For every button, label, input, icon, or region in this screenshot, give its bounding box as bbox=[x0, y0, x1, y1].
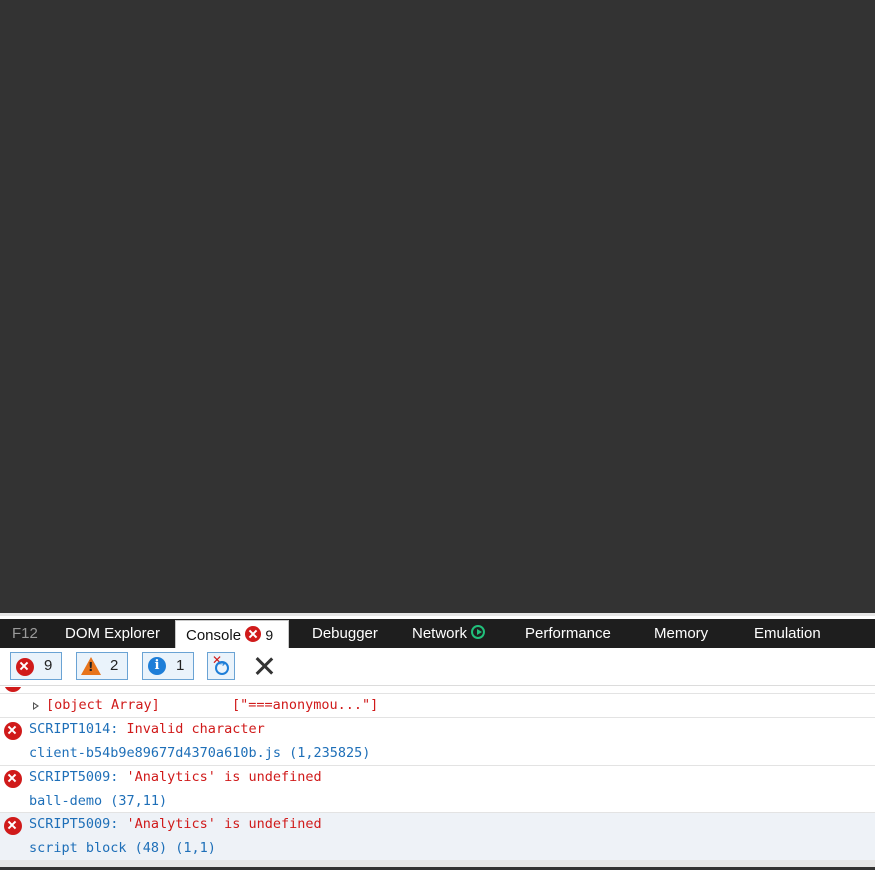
devtools-tabbar: F12 DOM Explorer Console 9 Debugger Netw… bbox=[0, 619, 875, 649]
tab-network-label: Network bbox=[412, 625, 468, 642]
expand-triangle-icon[interactable] bbox=[33, 702, 39, 710]
tab-memory[interactable]: Memory bbox=[654, 619, 708, 648]
tab-emulation[interactable]: Emulation bbox=[754, 619, 821, 648]
error-icon bbox=[4, 687, 22, 692]
navigate-arrow-icon bbox=[215, 659, 229, 675]
error-text: 'Analytics' is undefined bbox=[118, 816, 322, 832]
source-location-link[interactable]: script block (48) (1,1) bbox=[29, 840, 216, 856]
warning-icon bbox=[81, 657, 101, 675]
error-code: SCRIPT5009: bbox=[29, 816, 119, 832]
error-icon bbox=[4, 722, 22, 740]
error-code: SCRIPT1014: bbox=[29, 721, 119, 737]
console-entry-message: SCRIPT5009: 'Analytics' is undefined bbox=[29, 816, 322, 832]
console-entry-array[interactable]: [object Array] ["===anonymou..."] bbox=[0, 694, 875, 718]
warnings-filter-count: 2 bbox=[110, 657, 119, 674]
warnings-filter-button[interactable]: 2 bbox=[76, 652, 128, 680]
console-entry-error-selected[interactable]: SCRIPT5009: 'Analytics' is undefined scr… bbox=[0, 813, 875, 861]
clear-on-navigate-button[interactable]: ✕ bbox=[207, 652, 235, 680]
errors-filter-count: 9 bbox=[44, 657, 53, 674]
tab-console-error-count: 9 bbox=[265, 627, 274, 643]
tab-network[interactable]: Network bbox=[412, 619, 486, 648]
info-icon: i bbox=[148, 657, 166, 675]
info-filter-count: 1 bbox=[176, 657, 185, 674]
console-entry-error[interactable]: SCRIPT5009: 'Analytics' is undefined bal… bbox=[0, 766, 875, 813]
console-input-bar[interactable] bbox=[0, 860, 875, 867]
console-entry-message: SCRIPT5009: 'Analytics' is undefined bbox=[29, 769, 322, 785]
console-entry-value: ["===anonymou..."] bbox=[232, 697, 379, 713]
error-icon bbox=[4, 817, 22, 835]
error-code: SCRIPT5009: bbox=[29, 769, 119, 785]
console-toolbar: 9 2 i 1 bbox=[0, 648, 875, 686]
errors-filter-button[interactable]: 9 bbox=[10, 652, 62, 680]
error-icon bbox=[16, 658, 34, 676]
clear-console-button[interactable] bbox=[252, 652, 276, 680]
tab-console-label: Console bbox=[186, 627, 242, 644]
error-icon bbox=[245, 626, 262, 643]
console-entry-message: SCRIPT1014: Invalid character bbox=[29, 721, 265, 737]
tab-debugger[interactable]: Debugger bbox=[312, 619, 378, 648]
page-viewport bbox=[0, 0, 875, 613]
source-location-link[interactable]: client-b54b9e89677d4370a610b.js (1,23582… bbox=[29, 745, 370, 761]
console-entry-message: [object Array] bbox=[46, 697, 160, 713]
console-output[interactable]: [object Array] ["===anonymou..."] SCRIPT… bbox=[0, 687, 875, 870]
source-location-link[interactable]: ball-demo (37,11) bbox=[29, 793, 167, 809]
tab-f12[interactable]: F12 bbox=[12, 619, 38, 648]
network-recording-icon bbox=[471, 625, 486, 640]
console-entry-partial bbox=[0, 687, 875, 694]
error-text: Invalid character bbox=[118, 721, 265, 737]
error-text: 'Analytics' is undefined bbox=[118, 769, 322, 785]
info-filter-button[interactable]: i 1 bbox=[142, 652, 194, 680]
tab-console[interactable]: Console 9 bbox=[175, 620, 289, 649]
tab-dom-explorer[interactable]: DOM Explorer bbox=[65, 619, 160, 648]
console-entry-error[interactable]: SCRIPT1014: Invalid character client-b54… bbox=[0, 718, 875, 766]
tab-performance[interactable]: Performance bbox=[525, 619, 611, 648]
error-icon bbox=[4, 770, 22, 788]
f12-devtools-panel: F12 DOM Explorer Console 9 Debugger Netw… bbox=[0, 613, 875, 867]
